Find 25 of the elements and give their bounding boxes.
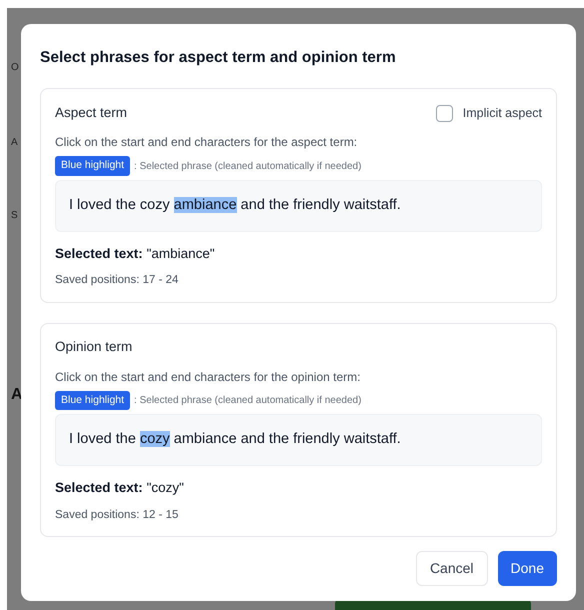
implicit-checkbox[interactable]: Implicit aspect (436, 104, 542, 123)
background-label: A (11, 136, 18, 150)
background-heading: A (11, 385, 23, 405)
saved-positions: Saved positions: 17 - 24 (55, 273, 180, 288)
saved-positions: Saved positions: 12 - 15 (55, 508, 180, 522)
checkbox-icon[interactable] (436, 104, 453, 122)
sentence-box[interactable]: I loved the cozy ambiance and the friendly waitstaff. (55, 180, 542, 232)
selected-text: Selected text: "ambiance" (55, 245, 216, 263)
instruction-text: Click on the start and end characters for the opinion term: (55, 368, 362, 386)
legend-badge: Blue highlight (55, 390, 130, 410)
legend-text: : Selected phrase (cleaned automatically if needed) (134, 160, 362, 174)
dialog-title: Select phrases for aspect term and opinion term (40, 48, 397, 68)
selected-text: Selected text: "cozy" (55, 479, 185, 498)
background-label: O (11, 61, 19, 75)
section-title: Opinion term (55, 338, 132, 356)
cancel-button[interactable]: Cancel (416, 550, 488, 586)
instruction-text: Click on the start and end characters for the aspect term: (55, 134, 358, 152)
legend-badge: Blue highlight (55, 156, 130, 176)
section-title: Aspect term (55, 104, 128, 122)
sentence-text[interactable]: I loved the cozy ambiance and the friendly waitstaff. (69, 195, 401, 217)
sentence-box[interactable]: I loved the cozy ambiance and the friendly waitstaff. (55, 414, 542, 466)
sentence-text[interactable]: I loved the cozy ambiance and the friendly waitstaff. (69, 429, 401, 452)
background-label: S (11, 209, 18, 223)
done-button[interactable]: Done (498, 550, 557, 586)
legend-text: : Selected phrase (cleaned automatically if needed) (134, 394, 362, 408)
